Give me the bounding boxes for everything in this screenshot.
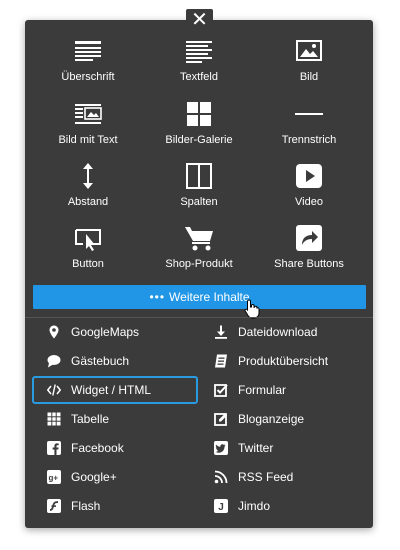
tile-shop-product[interactable]: Shop-Produkt: [141, 221, 257, 283]
list-item-table[interactable]: Tabelle: [33, 407, 193, 431]
columns-icon: [186, 163, 212, 189]
tile-button[interactable]: Button: [30, 221, 146, 283]
list-item-label: Flash: [71, 499, 101, 513]
tile-gallery[interactable]: Bilder-Galerie: [141, 97, 257, 159]
heading-icon: [75, 41, 101, 61]
list-item-facebook[interactable]: Facebook: [33, 436, 193, 460]
tile-label: Textfeld: [180, 71, 218, 83]
tile-image[interactable]: Bild: [251, 34, 367, 96]
list-item-file-download[interactable]: Dateidownload: [200, 320, 360, 344]
speech-bubble-icon: [47, 355, 61, 368]
tile-image-text[interactable]: Bild mit Text: [30, 97, 146, 159]
svg-text:J: J: [218, 502, 224, 513]
list-item-guestbook[interactable]: Gästebuch: [33, 349, 193, 373]
tile-columns[interactable]: Spalten: [141, 159, 257, 221]
tile-label: Bild: [299, 71, 319, 83]
code-icon: [47, 384, 61, 396]
hand-cursor-icon: [244, 299, 260, 319]
dots-icon: •••: [149, 290, 166, 304]
spacing-icon: [83, 163, 93, 189]
divider-icon: [295, 113, 323, 115]
list-item-flash[interactable]: Flash: [33, 494, 193, 518]
list-item-widget-html[interactable]: Widget / HTML: [33, 378, 193, 402]
list-item-label: Dateidownload: [238, 325, 318, 339]
video-icon: [296, 164, 322, 188]
svg-text:g+: g+: [49, 474, 59, 483]
rss-icon: [214, 470, 228, 484]
list-item-twitter[interactable]: Twitter: [200, 436, 360, 460]
tile-label: Bild mit Text: [58, 134, 118, 146]
download-icon: [215, 325, 227, 339]
list-item-google-plus[interactable]: g+ Google+: [33, 465, 193, 489]
more-content-label: Weitere Inhalte: [169, 290, 250, 304]
tile-label: Share Buttons: [274, 258, 344, 270]
share-icon: [296, 225, 322, 251]
list-item-label: Bloganzeige: [238, 412, 305, 426]
tile-divider[interactable]: Trennstrich: [251, 97, 367, 159]
google-plus-icon: g+: [47, 470, 61, 484]
divider: [25, 317, 373, 318]
close-button[interactable]: ✕: [186, 9, 213, 31]
form-icon: [214, 384, 228, 397]
list-item-label: Produktübersicht: [238, 354, 329, 368]
list-item-label: Widget / HTML: [71, 383, 152, 397]
list-item-blog[interactable]: Bloganzeige: [200, 407, 360, 431]
list-item-label: RSS Feed: [238, 470, 294, 484]
image-text-icon: [75, 104, 102, 124]
list-item-label: Twitter: [238, 441, 274, 455]
tile-share-buttons[interactable]: Share Buttons: [251, 221, 367, 283]
tile-label: Button: [72, 258, 104, 270]
text-icon: [186, 41, 212, 63]
tile-label: Trennstrich: [281, 134, 337, 146]
tile-video[interactable]: Video: [251, 159, 367, 221]
tile-label: Video: [295, 196, 323, 208]
gallery-icon: [187, 102, 211, 126]
facebook-icon: [47, 441, 61, 455]
map-pin-icon: [49, 325, 59, 339]
list-item-label: Google+: [71, 470, 117, 484]
tile-label: Überschrift: [61, 71, 115, 83]
tile-label: Bilder-Galerie: [165, 134, 233, 146]
tile-spacing[interactable]: Abstand: [30, 159, 146, 221]
blog-icon: [214, 413, 227, 426]
table-icon: [47, 412, 61, 426]
tile-heading[interactable]: Überschrift: [30, 34, 146, 96]
tile-label: Shop-Produkt: [165, 258, 233, 270]
tile-label: Spalten: [180, 196, 218, 208]
tile-text[interactable]: Textfeld: [141, 34, 257, 96]
more-content-button[interactable]: ••• Weitere Inhalte: [33, 285, 366, 309]
list-item-rss[interactable]: RSS Feed: [200, 465, 360, 489]
image-icon: [296, 40, 322, 61]
list-item-label: Jimdo: [238, 499, 271, 513]
catalog-icon: [215, 354, 227, 368]
list-item-label: Facebook: [71, 441, 124, 455]
flash-icon: [47, 499, 61, 513]
jimdo-icon: J: [214, 499, 228, 513]
list-item-product-overview[interactable]: Produktübersicht: [200, 349, 360, 373]
list-item-label: Gästebuch: [71, 354, 130, 368]
list-item-jimdo[interactable]: J Jimdo: [200, 494, 360, 518]
button-icon: [75, 229, 101, 251]
list-item-googlemaps[interactable]: GoogleMaps: [33, 320, 193, 344]
cart-icon: [185, 227, 213, 251]
list-item-label: GoogleMaps: [71, 325, 140, 339]
twitter-icon: [214, 441, 228, 455]
tile-label: Abstand: [67, 196, 109, 208]
list-item-label: Formular: [238, 383, 287, 397]
list-item-label: Tabelle: [71, 412, 110, 426]
list-item-form[interactable]: Formular: [200, 378, 360, 402]
